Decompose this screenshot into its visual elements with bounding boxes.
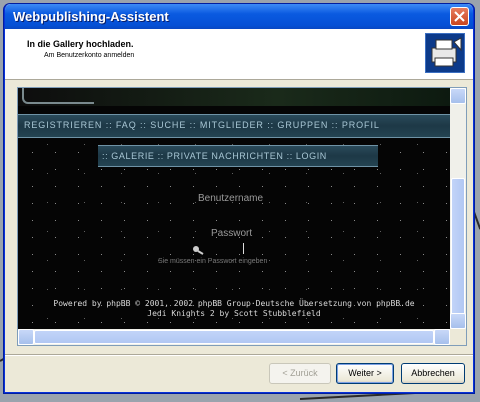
footer-line-1: Powered by phpBB © 2001, 2002 phpBB Grou… <box>53 299 415 308</box>
forum-page: REGISTRIEREN :: FAQ :: SUCHE :: MITGLIED… <box>18 88 450 329</box>
close-button[interactable] <box>450 7 469 26</box>
vertical-scrollbar[interactable] <box>450 88 466 329</box>
username-label: Benutzername <box>198 193 264 204</box>
header-title: In die Gallery hochladen. <box>27 39 134 49</box>
main-nav[interactable]: REGISTRIEREN :: FAQ :: SUCHE :: MITGLIED… <box>18 114 450 138</box>
button-separator <box>5 354 473 356</box>
password-input-cursor[interactable] <box>243 243 244 254</box>
secondary-nav[interactable]: :: GALERIE :: PRIVATE NACHRICHTEN :: LOG… <box>98 145 378 167</box>
wizard-window: Webpublishing-Assistent In die Gallery h… <box>4 4 474 393</box>
web-content-frame[interactable]: REGISTRIEREN :: FAQ :: SUCHE :: MITGLIED… <box>17 87 467 346</box>
scroll-up-button[interactable] <box>450 88 466 104</box>
cancel-button[interactable]: Abbrechen <box>401 363 465 384</box>
close-icon <box>454 11 465 22</box>
scroll-right-button[interactable] <box>434 329 450 345</box>
horizontal-scroll-thumb[interactable] <box>34 330 434 344</box>
password-hint: Sie müssen ein Passwort eingeben <box>158 258 268 265</box>
back-button[interactable]: < Zurück <box>269 363 331 384</box>
password-label: Passwort <box>211 228 253 239</box>
vertical-scroll-thumb[interactable] <box>451 178 465 320</box>
title-bar[interactable]: Webpublishing-Assistent <box>5 4 473 29</box>
footer-line-2: Jedi Knights 2 by Scott Stubblefield <box>147 309 321 318</box>
scroll-corner <box>450 329 466 345</box>
forum-footer: Powered by phpBB © 2001, 2002 phpBB Grou… <box>18 299 450 319</box>
secondary-nav-links[interactable]: :: GALERIE :: PRIVATE NACHRICHTEN :: LOG… <box>102 151 327 161</box>
horizontal-scrollbar[interactable] <box>18 329 450 345</box>
wizard-header: In die Gallery hochladen. Am Benutzerkon… <box>5 29 473 80</box>
scroll-down-button[interactable] <box>450 313 466 329</box>
header-subtitle: Am Benutzerkonto anmelden <box>44 52 135 59</box>
spaceship-graphic <box>22 88 94 104</box>
main-nav-links[interactable]: REGISTRIEREN :: FAQ :: SUCHE :: MITGLIED… <box>24 120 380 130</box>
window-title: Webpublishing-Assistent <box>13 9 169 24</box>
scroll-left-button[interactable] <box>18 329 34 345</box>
site-banner <box>18 88 450 106</box>
next-button[interactable]: Weiter > <box>336 363 394 384</box>
publish-wizard-icon <box>425 33 465 73</box>
